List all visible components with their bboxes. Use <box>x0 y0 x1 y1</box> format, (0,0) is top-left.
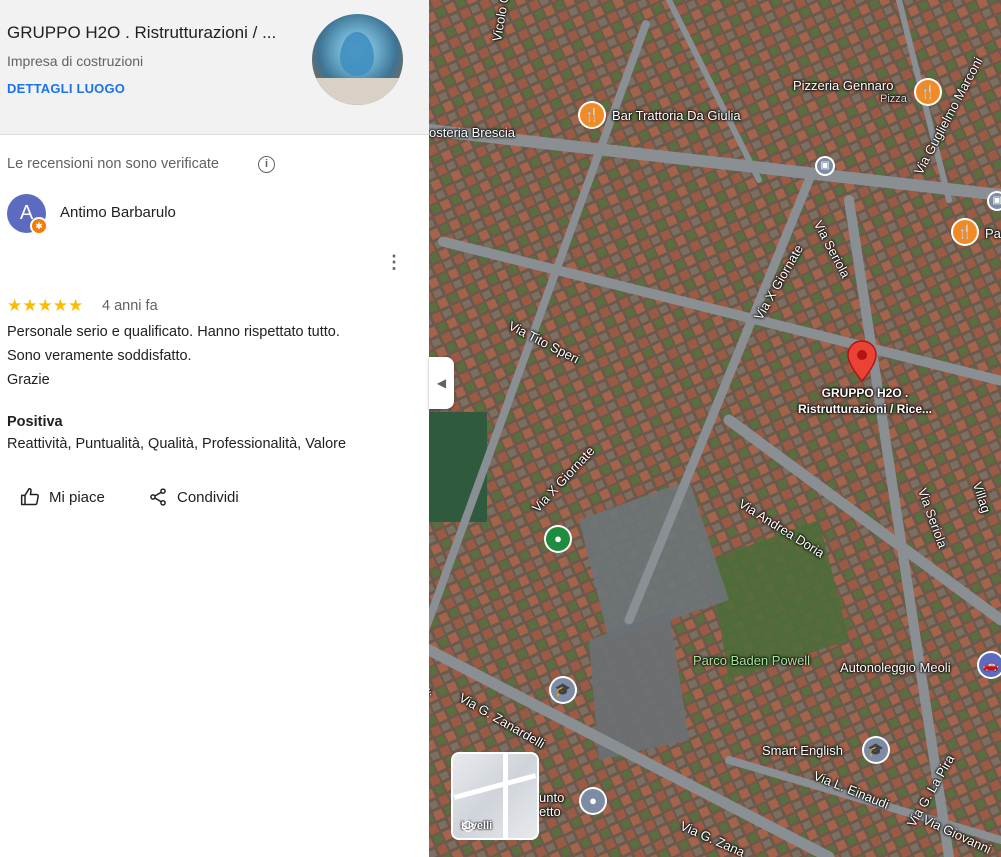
poi-label[interactable]: etto <box>539 804 561 819</box>
poi-label[interactable]: Parco Baden Powell <box>693 653 810 668</box>
layers-button[interactable]: Livelli <box>451 752 539 840</box>
place-header: GRUPPO H2O . Ristrutturazioni / ... Impr… <box>0 0 429 135</box>
sports-field <box>429 412 487 522</box>
chevron-left-icon: ◀ <box>436 376 447 390</box>
park-label: Parco Baden Powell <box>693 653 811 668</box>
place-details-link[interactable]: DETTAGLI LUOGO <box>7 81 125 96</box>
school-icon[interactable]: 🎓 <box>551 678 575 702</box>
poi-label[interactable]: Pizzeria Gennaro <box>793 78 893 93</box>
review-text-line: Personale serio e qualificato. Hanno ris… <box>7 324 340 340</box>
school-icon[interactable]: 🎓 <box>864 738 888 762</box>
share-button[interactable]: Condividi <box>148 484 239 510</box>
satellite-map[interactable]: Vicolo Chiese osteria Brescia Via X Gior… <box>429 0 1001 857</box>
street-label: osteria Brescia <box>429 125 515 140</box>
like-label: Mi piace <box>49 488 105 506</box>
place-panel: GRUPPO H2O . Ristrutturazioni / ... Impr… <box>0 0 429 857</box>
place-title[interactable]: GRUPPO H2O . Ristrutturazioni / ... <box>7 23 276 43</box>
place-icon[interactable]: ● <box>581 789 605 813</box>
restaurant-icon[interactable]: 🍴 <box>580 103 604 127</box>
photo-floor <box>312 78 403 105</box>
restaurant-icon[interactable]: 🍴 <box>953 220 977 244</box>
selected-place-label[interactable]: GRUPPO H2O . Ristrutturazioni / Rice... <box>789 385 941 417</box>
layers-label-wrap: Livelli <box>461 820 492 833</box>
poi-label[interactable]: Bar Trattoria Da Giulia <box>612 108 741 123</box>
reviewer-name[interactable]: Antimo Barbarulo <box>60 204 176 221</box>
collapse-panel-button[interactable]: ◀ <box>429 357 454 409</box>
restaurant-icon[interactable]: 🍴 <box>916 80 940 104</box>
info-icon[interactable]: i <box>258 156 275 173</box>
review-age: 4 anni fa <box>102 298 158 314</box>
poi-sublabel: Pizza <box>880 93 907 105</box>
place-category: Impresa di costruzioni <box>7 53 144 69</box>
star-rating: ★★★★★ <box>7 296 84 315</box>
poi-label[interactable]: unto <box>539 790 564 805</box>
review-text-line: Grazie <box>7 372 50 388</box>
car-rental-icon[interactable]: 🚗 <box>979 653 1001 677</box>
selected-place-line: GRUPPO H2O . <box>821 386 909 400</box>
unverified-notice: Le recensioni non sono verificate <box>7 156 219 172</box>
like-button[interactable]: Mi piace <box>20 484 105 510</box>
positive-label: Positiva <box>7 414 63 430</box>
local-guide-badge-icon: ✱ <box>30 217 48 235</box>
tile-road <box>453 773 537 800</box>
thumbs-up-icon <box>20 487 39 506</box>
selected-place-pin-icon[interactable] <box>847 340 877 382</box>
tile-road <box>503 754 508 838</box>
share-icon <box>150 488 166 506</box>
poi-label[interactable]: Autonoleggio Meoli <box>840 660 951 675</box>
more-options-icon[interactable]: ⋮ <box>385 252 403 272</box>
share-label: Condividi <box>177 488 239 506</box>
selected-place-line: Ristrutturazioni / Rice... <box>797 402 932 416</box>
bus-stop-icon[interactable]: ▣ <box>817 158 833 174</box>
poi-label[interactable]: Pa <box>985 226 1001 241</box>
positive-values: Reattività, Puntualità, Qualità, Profess… <box>7 436 347 452</box>
bus-stop-icon[interactable]: ▣ <box>989 193 1001 209</box>
park-icon[interactable]: ● <box>546 527 570 551</box>
place-photo[interactable] <box>312 14 403 105</box>
layers-icon <box>461 820 475 833</box>
poi-label[interactable]: Smart English <box>762 743 843 758</box>
review-text-line: Sono veramente soddisfatto. <box>7 348 192 364</box>
photo-water-drop <box>340 32 374 76</box>
